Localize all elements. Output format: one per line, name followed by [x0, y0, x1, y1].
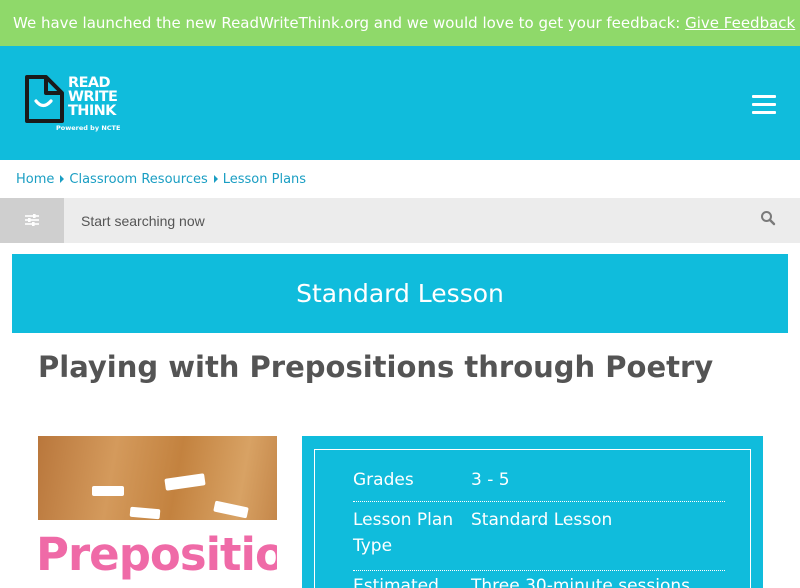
feedback-banner-text: We have launched the new ReadWriteThink.…: [13, 14, 686, 32]
detail-row-estimated-time: Estimated Three 30-minute sessions: [353, 573, 725, 588]
breadcrumb-home[interactable]: Home: [16, 172, 54, 187]
feedback-banner: We have launched the new ReadWriteThink.…: [0, 0, 800, 46]
detail-row-grades: Grades 3 - 5: [353, 467, 725, 502]
give-feedback-link[interactable]: Give Feedback: [685, 14, 795, 32]
detail-label: Estimated: [353, 576, 439, 588]
detail-label: Lesson Plan Type: [353, 510, 454, 556]
readwritethink-logo[interactable]: READ WRITE THINK Powered by NCTE: [24, 74, 124, 138]
breadcrumb-caret-icon: [60, 175, 65, 183]
site-header: READ WRITE THINK Powered by NCTE: [0, 46, 800, 160]
search-bar: [0, 198, 800, 243]
lesson-details-box: Grades 3 - 5 Lesson Plan Type Standard L…: [314, 449, 751, 588]
logo-think: THINK: [68, 103, 116, 119]
detail-value: Standard Lesson: [471, 510, 613, 530]
breadcrumb: Home Classroom Resources Lesson Plans: [16, 170, 306, 188]
filter-button[interactable]: [0, 198, 64, 243]
page-title: Playing with Prepositions through Poetry: [38, 350, 714, 384]
breadcrumb-lesson-plans[interactable]: Lesson Plans: [223, 172, 306, 187]
word-card: [92, 486, 124, 496]
lesson-type-banner: Standard Lesson: [12, 254, 788, 333]
filter-sliders-icon: [25, 214, 39, 226]
logo-tagline: Powered by NCTE: [56, 124, 121, 132]
detail-value: 3 - 5: [471, 470, 510, 490]
hamburger-menu-icon[interactable]: [752, 95, 778, 115]
search-input[interactable]: [64, 198, 744, 243]
magnifier-icon[interactable]: [760, 210, 776, 226]
detail-value: Three 30-minute sessions: [471, 576, 691, 588]
detail-label: Grades: [353, 470, 414, 490]
lesson-photo: Prepositio: [38, 436, 277, 588]
logo-page-icon: [25, 75, 64, 123]
detail-row-lesson-plan-type: Lesson Plan Type Standard Lesson: [353, 507, 725, 571]
preposition-word: Prepositio: [38, 528, 277, 581]
breadcrumb-classroom-resources[interactable]: Classroom Resources: [69, 172, 207, 187]
lesson-details-panel: Grades 3 - 5 Lesson Plan Type Standard L…: [302, 436, 763, 588]
breadcrumb-caret-icon: [213, 175, 218, 183]
